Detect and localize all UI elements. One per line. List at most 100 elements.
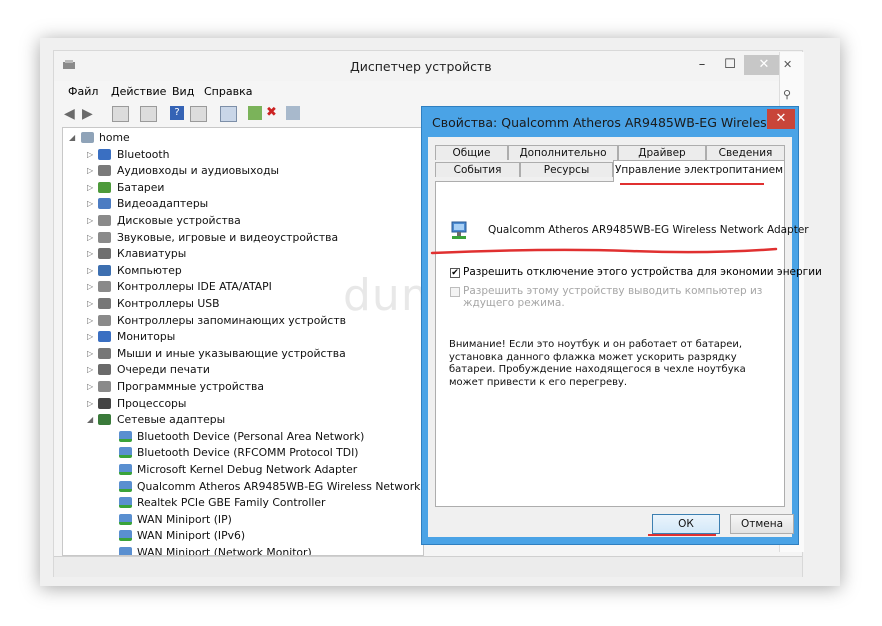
network-adapter-icon	[119, 464, 132, 475]
tree-network-adapter-label: Bluetooth Device (RFCOMM Protocol TDI)	[137, 446, 359, 460]
disk-icon	[98, 215, 111, 226]
expand-arrow-icon[interactable]: ▷	[87, 213, 93, 229]
menu-file[interactable]: Файл	[68, 85, 98, 98]
tree-category-label: Программные устройства	[117, 380, 264, 393]
tab-advanced[interactable]: Дополнительно	[508, 145, 618, 160]
expand-arrow-icon[interactable]: ▷	[87, 379, 93, 395]
network-adapter-icon	[119, 430, 132, 442]
expand-arrow-icon[interactable]: ▷	[87, 230, 93, 246]
usb-icon	[98, 298, 111, 309]
tree-category-label: Звуковые, игровые и видеоустройства	[117, 230, 339, 244]
expand-arrow-icon[interactable]: ▷	[87, 329, 93, 345]
warning-text: Внимание! Если это ноутбук и он работает…	[449, 339, 746, 388]
network-adapter-icon	[119, 447, 132, 459]
tab-events[interactable]: События	[435, 162, 520, 177]
status-bar	[54, 556, 802, 577]
cpu-icon	[98, 397, 111, 409]
network-adapter-icon	[119, 480, 132, 492]
battery-icon	[98, 181, 111, 193]
tree-network-adapter-label: Bluetooth Device (Personal Area Network)	[137, 429, 365, 443]
tree-category-label: Мыши и иные указывающие устройства	[117, 346, 346, 360]
allow-wake-label: Разрешить этому устройству выводить комп…	[463, 285, 763, 309]
tree-category-label: Клавиатуры	[117, 247, 187, 261]
tree-category-label: Процессоры	[117, 396, 187, 410]
expand-arrow-icon[interactable]: ▷	[87, 313, 93, 329]
properties-icon[interactable]	[112, 106, 129, 122]
scan-changes-icon[interactable]	[286, 106, 300, 120]
title-bar[interactable]: Диспетчер устройств – ☐ ✕	[54, 51, 802, 81]
expand-arrow-icon[interactable]: ▷	[87, 279, 93, 295]
expand-arrow-icon[interactable]: ▷	[87, 163, 93, 179]
tree-category-label: Аудиовходы и аудиовыходы	[117, 164, 280, 178]
computer-icon	[98, 264, 111, 276]
allow-power-off-checkbox[interactable]: ✔	[450, 268, 460, 278]
tab-driver[interactable]: Драйвер	[618, 145, 706, 160]
scan-hardware-icon[interactable]	[220, 106, 237, 122]
device-manager-app-icon	[63, 60, 75, 69]
menu-bar: Файл Действие Вид Справка	[54, 83, 802, 103]
search-icon: ⚲	[783, 88, 792, 101]
view-icon[interactable]	[190, 106, 207, 122]
tab-details[interactable]: Сведения	[706, 145, 785, 160]
expand-arrow-icon[interactable]: ▷	[87, 296, 93, 312]
cancel-button[interactable]: Отмена	[730, 514, 794, 534]
ok-button[interactable]: ОК	[652, 514, 720, 534]
dialog-title: Свойства: Qualcomm Atheros AR9485WB-EG W…	[432, 115, 779, 130]
tree-category-label: Сетевые адаптеры	[117, 413, 226, 427]
audio-icon	[98, 165, 111, 177]
tree-network-adapter-label: Microsoft Kernel Debug Network Adapter	[137, 463, 358, 476]
close-icon: ✕	[783, 58, 793, 71]
network-adapter-icon	[119, 497, 132, 509]
tree-category-label: Батареи	[117, 180, 165, 194]
forward-arrow-icon[interactable]: ▶	[82, 106, 93, 122]
tree-category-label: Bluetooth	[117, 147, 170, 161]
mouse-icon	[98, 347, 111, 359]
expand-arrow-icon[interactable]: ▷	[87, 147, 93, 163]
device-tree[interactable]: ◢ home ▷ Bluetooth ▷ Аудиовходы и аудиовыходы…	[62, 127, 424, 556]
menu-action[interactable]: Действие	[111, 85, 166, 98]
window-title: Диспетчер устройств	[350, 59, 492, 74]
collapse-arrow-icon[interactable]: ◢	[87, 412, 93, 428]
network-icon	[98, 414, 111, 426]
expand-arrow-icon[interactable]: ▷	[87, 263, 93, 279]
sound-icon	[98, 231, 111, 243]
software-icon	[98, 381, 111, 392]
tab-panel: Qualcomm Atheros AR9485WB-EG Wireless Ne…	[435, 181, 822, 507]
back-arrow-icon[interactable]: ◀	[64, 106, 75, 122]
list-view-icon[interactable]	[140, 106, 157, 122]
expand-arrow-icon[interactable]: ▷	[87, 196, 93, 212]
tree-network-adapter-label: WAN Miniport (IP)	[137, 512, 232, 526]
help-icon[interactable]: ?	[170, 106, 184, 120]
tree-category-label: Мониторы	[117, 330, 176, 344]
properties-dialog: Свойства: Qualcomm Atheros AR9485WB-EG W…	[422, 107, 822, 544]
close-button[interactable]: ✕	[744, 55, 784, 75]
allow-power-off-label[interactable]: Разрешить отключение этого устройства дл…	[463, 266, 822, 278]
expand-arrow-icon[interactable]: ▷	[87, 346, 93, 362]
uninstall-device-icon[interactable]: ✖	[266, 106, 280, 120]
expand-arrow-icon[interactable]: ▷	[87, 396, 93, 412]
monitor-icon	[98, 331, 111, 343]
minimize-button[interactable]: –	[688, 55, 716, 75]
maximize-button[interactable]: ☐	[716, 55, 744, 75]
tab-resources[interactable]: Ресурсы	[520, 162, 613, 177]
tab-power-management[interactable]: Управление электропитанием	[613, 160, 785, 182]
menu-view[interactable]: Вид	[172, 85, 194, 98]
printer-icon	[98, 364, 111, 376]
annotation-underline-ok	[648, 534, 716, 536]
expand-arrow-icon[interactable]: ▷	[87, 362, 93, 378]
expand-arrow-icon[interactable]: ▷	[87, 246, 93, 262]
expand-arrow-icon[interactable]: ▷	[87, 180, 93, 196]
tree-category-label: Компьютер	[117, 263, 182, 277]
network-adapter-icon	[451, 221, 467, 239]
adapter-name: Qualcomm Atheros AR9485WB-EG Wireless Ne…	[488, 224, 809, 236]
tree-network-adapter-label: WAN Miniport (Network Monitor)	[137, 546, 312, 556]
network-adapter-icon	[119, 513, 132, 525]
tree-network-adapter-label: Realtek PCIe GBE Family Controller	[137, 496, 326, 510]
dialog-close-button[interactable]: ✕	[767, 109, 795, 129]
tab-general[interactable]: Общие	[435, 145, 508, 160]
collapse-arrow-icon[interactable]: ◢	[69, 130, 75, 146]
tree-network-adapter-label: Qualcomm Atheros AR9485WB-EG Wireless Ne…	[137, 479, 424, 493]
menu-help[interactable]: Справка	[204, 85, 252, 98]
tree-category-label: Контроллеры запоминающих устройств	[117, 313, 346, 327]
update-driver-icon[interactable]	[248, 106, 262, 120]
